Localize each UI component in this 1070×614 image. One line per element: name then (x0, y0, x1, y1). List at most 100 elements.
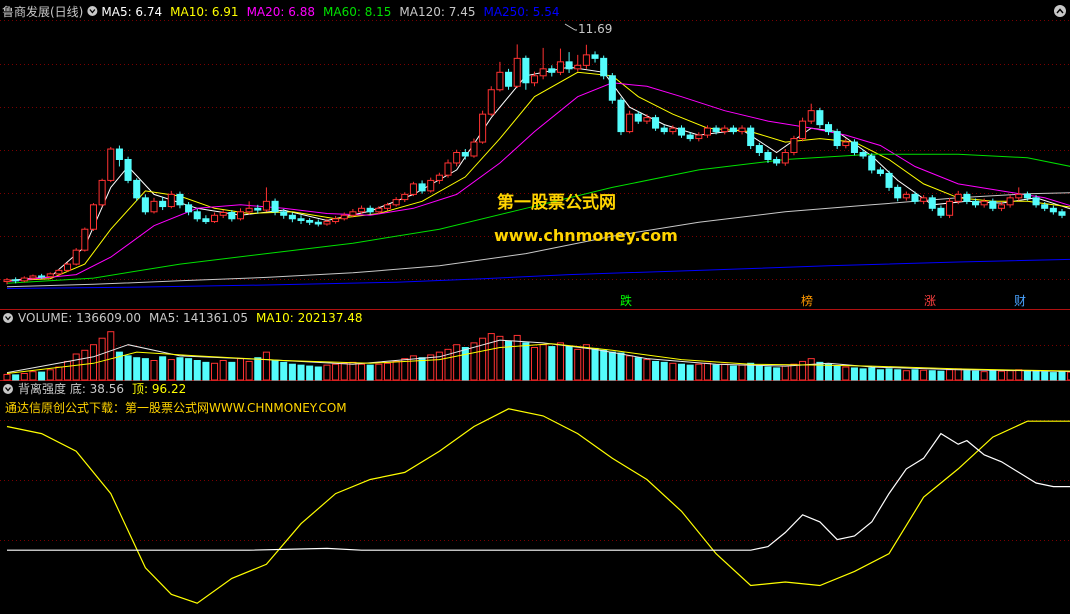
volume-bar (781, 365, 789, 381)
volume-bar (124, 355, 132, 381)
candle-body (115, 148, 123, 160)
candle-body (81, 228, 89, 251)
candle-body (1032, 197, 1040, 206)
candle (401, 192, 409, 203)
candle-body (107, 148, 115, 181)
volume-bar (963, 370, 971, 381)
volume-bar (375, 363, 383, 381)
volume-bar (107, 331, 115, 381)
volume-bar (236, 358, 245, 381)
candle (513, 44, 521, 88)
volume-bar (349, 361, 357, 381)
event-mark-4[interactable]: 财 (1014, 294, 1026, 308)
volume-bar (314, 366, 322, 381)
candle (652, 114, 660, 131)
candle-body (1006, 197, 1014, 206)
ma-line-ma60 (6, 153, 1070, 284)
legend-item-2: MA20: 6.88 (247, 5, 315, 19)
event-mark-1[interactable]: 跌 (620, 293, 632, 308)
candle (418, 180, 426, 194)
candle (453, 149, 461, 167)
candle (660, 125, 668, 135)
price-moving-averages (6, 66, 1070, 289)
candle-body (323, 221, 331, 225)
event-mark-2[interactable]: 榜 (801, 293, 813, 308)
volume-bar (64, 360, 72, 381)
candle-body (159, 200, 167, 208)
candle-body (729, 127, 737, 133)
candle-body (262, 200, 270, 211)
indicator-collapse-icon[interactable] (3, 384, 13, 394)
candle (608, 73, 616, 104)
candle (755, 142, 763, 156)
candle (894, 184, 902, 202)
volume-bar (842, 366, 850, 381)
volume-collapse-icon[interactable] (3, 313, 13, 323)
candle-body (859, 152, 867, 157)
volume-bar (262, 351, 270, 381)
candle (167, 190, 175, 209)
volume-bar (141, 358, 149, 381)
candle-body (349, 211, 357, 216)
candle-body (522, 57, 530, 84)
candle (591, 51, 599, 63)
candle-body (565, 61, 573, 70)
candle (427, 177, 435, 193)
volume-bar (669, 362, 677, 381)
candle (262, 187, 270, 212)
volume-bar (876, 369, 884, 381)
volume-bar (591, 347, 599, 381)
volume-bar (530, 347, 539, 381)
expand-icon[interactable] (1054, 5, 1066, 17)
candle-body (755, 145, 763, 154)
candle (928, 195, 936, 212)
volume-bar (55, 366, 63, 381)
volume-bar (185, 358, 193, 381)
candle-body (280, 211, 288, 216)
event-mark-3[interactable]: 涨 (924, 293, 936, 308)
volume-bar (617, 352, 625, 381)
candle (807, 103, 815, 124)
indicator-subtitle: 通达信原创公式下载：第一股票公式网WWW.CHNMONEY.COM (5, 401, 347, 415)
panel-expand-button[interactable] (1054, 5, 1066, 17)
volume-bar (790, 363, 798, 381)
candle (729, 125, 737, 135)
candle-body (496, 71, 504, 91)
candle (479, 110, 487, 144)
candle-body (288, 214, 296, 220)
candle-body (833, 131, 841, 147)
candle-body (911, 193, 919, 202)
price-collapse-icon[interactable] (87, 6, 98, 16)
candle-body (89, 204, 98, 230)
candle-body (677, 127, 686, 136)
candle-body (954, 193, 962, 202)
indicator-line-2 (7, 432, 1070, 551)
candle-body (141, 197, 149, 213)
candle (193, 209, 201, 222)
candle (539, 47, 547, 80)
candle-body (937, 207, 945, 216)
candle-body (997, 204, 1005, 209)
volume-bar (556, 342, 564, 381)
volume-bar (721, 363, 729, 381)
volume-bar (1058, 371, 1066, 381)
candle-body (193, 211, 201, 220)
peak-pointer (564, 23, 576, 31)
legend-item-5: MA250: 5.54 (483, 5, 559, 19)
candle (617, 97, 625, 136)
candle (236, 208, 245, 221)
volume-bar (539, 344, 547, 381)
candle (89, 203, 98, 231)
candle (626, 110, 634, 134)
volume-bar (677, 363, 686, 381)
volume-bar (288, 363, 296, 381)
volume-bar (565, 346, 573, 381)
candle-body (245, 207, 253, 213)
candle (435, 172, 443, 184)
volume-bar (332, 363, 340, 381)
volume-bar (686, 364, 694, 381)
candle-body (868, 155, 876, 171)
candle-body (790, 138, 798, 154)
volume-bar (98, 337, 106, 381)
candle-body (332, 218, 340, 223)
